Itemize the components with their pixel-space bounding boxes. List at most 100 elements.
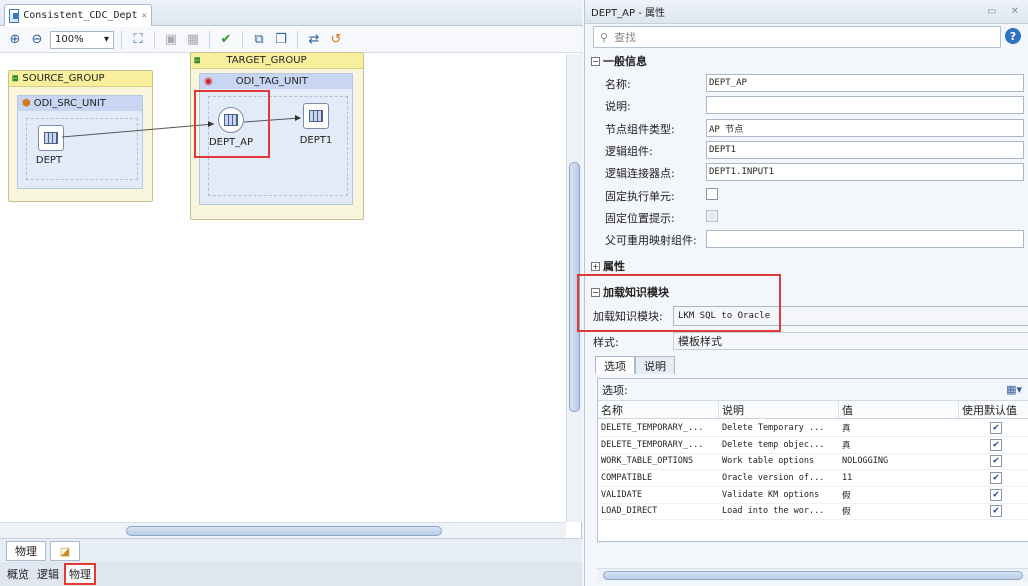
physical-diagram-canvas[interactable]: ⧈ SOURCE_GROUP ⬢ ODI_SRC_UNIT DEPT ⧈ TAR… [0,52,566,522]
option-value[interactable]: NOLOGGING [839,453,959,469]
column-header-name[interactable]: 名称 [598,401,719,418]
minimize-icon[interactable]: ▭ [987,6,996,17]
option-default-cell: ✔ [959,420,1028,436]
copy-icon[interactable]: ⧉ [250,31,268,49]
name-field[interactable]: DEPT_AP [706,74,1024,92]
zoom-select[interactable]: 100% ▾ [50,30,114,49]
horizontal-scroll-thumb[interactable] [126,526,442,536]
tab-description[interactable]: 说明 [635,356,675,374]
option-description: Delete temp objec... [722,439,825,450]
option-default-cell: ✔ [959,470,1028,486]
expand-icon[interactable]: + [591,261,600,271]
option-name: COMPATIBLE [601,472,653,483]
table-columns-icon[interactable]: ▦▾ [1006,383,1022,396]
tab-logical[interactable]: 逻辑 [34,565,62,583]
use-default-checkbox[interactable]: ✔ [990,504,1002,517]
search-placeholder: 查找 [614,31,637,44]
name-label: 名称: [605,78,631,91]
fit-to-window-icon[interactable]: ⛶ [129,31,147,49]
logical-connector-label: 逻辑连接器点: [605,167,675,180]
editor-toolbar: ⊕ ⊖ 100% ▾ ⛶ ▣ ▦ ✔ ⧉ ❐ ⇄ ↺ [0,27,582,53]
description-label: 说明: [605,100,631,113]
parent-mapping-label: 父可重用映射组件: [605,234,697,247]
option-description: Validate KM options [722,489,820,500]
general-section-title: 一般信息 [603,55,647,68]
fixed-unit-label: 固定执行单元: [605,190,675,203]
arrange-icon[interactable]: ▦ [184,31,202,49]
table-row[interactable]: COMPATIBLE Oracle version of... 11 ✔ [598,470,1028,487]
toolbar-separator [154,30,155,49]
fixed-unit-checkbox[interactable] [706,188,718,200]
options-header: 选项: ▦▾ [598,379,1028,401]
node-type-label: 节点组件类型: [605,123,675,136]
attributes-section-header[interactable]: + 属性 [591,258,625,274]
option-name: DELETE_TEMPORARY_... [601,422,704,433]
option-value[interactable]: 假 [839,487,959,503]
layout-icon[interactable]: ▣ [162,31,180,49]
table-row[interactable]: VALIDATE Validate KM options 假 ✔ [598,487,1028,504]
zoom-in-icon[interactable]: ⊕ [6,31,24,49]
undo-icon[interactable]: ↺ [327,31,345,49]
validate-check-icon[interactable]: ✔ [217,31,235,49]
inspector-horizontal-scrollbar[interactable] [597,568,1028,582]
tab-options[interactable]: 选项 [595,356,635,374]
options-table-header: 名称 说明 值 使用默认值 [598,401,1028,419]
close-icon[interactable]: ✕ [1011,6,1019,17]
search-input[interactable]: ⚲ 查找 [593,26,1001,48]
option-default-cell: ✔ [959,503,1028,519]
use-default-checkbox[interactable]: ✔ [990,438,1002,451]
tab-physical[interactable]: 物理 [64,563,96,585]
close-icon[interactable]: ✕ [142,11,147,21]
options-table: 选项: ▦▾ 名称 说明 值 使用默认值 DELETE_TEMPORARY_..… [597,378,1028,542]
toolbar-separator [121,30,122,49]
option-name: DELETE_TEMPORARY_... [601,439,704,450]
tab-overview[interactable]: 概览 [4,565,32,583]
option-name: VALIDATE [601,489,642,500]
tab-new-diagram[interactable]: ◪ [50,541,80,561]
inspector-scroll-thumb[interactable] [603,571,1023,580]
search-icon: ⚲ [600,30,609,44]
use-default-checkbox[interactable]: ✔ [990,471,1002,484]
new-diagram-icon: ◪ [59,544,71,558]
property-inspector: DEPT_AP - 属性 ▭ ✕ ⚲ 查找 ? − 一般信息 名称: DEPT_… [577,0,1028,586]
general-section-header[interactable]: − 一般信息 [591,53,647,69]
use-default-checkbox[interactable]: ✔ [990,488,1002,501]
use-default-checkbox[interactable]: ✔ [990,454,1002,467]
duplicate-icon[interactable]: ❐ [272,31,290,49]
table-row[interactable]: WORK_TABLE_OPTIONS Work table options NO… [598,453,1028,470]
parent-mapping-field[interactable] [706,230,1024,248]
table-row[interactable]: DELETE_TEMPORARY_... Delete Temporary ..… [598,420,1028,437]
description-field[interactable] [706,96,1024,114]
tab-physical-diagram[interactable]: 物理 [6,541,46,561]
option-value[interactable]: 真 [839,420,959,436]
style-select[interactable]: 模板样式 [673,332,1028,350]
attributes-section-title: 属性 [603,260,625,273]
option-default-cell: ✔ [959,487,1028,503]
column-header-use-default[interactable]: 使用默认值 [959,401,1028,418]
inspector-title: DEPT_AP - 属性 [591,8,665,19]
horizontal-scrollbar[interactable] [0,522,566,538]
logical-component-field: DEPT1 [706,141,1024,159]
arrow-head [295,115,301,121]
view-tabs: 概览 逻辑 物理 [0,562,582,586]
option-value[interactable]: 真 [839,437,959,453]
use-default-checkbox[interactable]: ✔ [990,421,1002,434]
editor-tab-bar: Consistent_CDC_Dept ✕ [0,0,582,26]
zoom-value: 100% [55,34,84,45]
option-value[interactable]: 11 [839,470,959,486]
collapse-icon[interactable]: − [591,56,600,66]
zoom-out-icon[interactable]: ⊖ [28,31,46,49]
option-default-cell: ✔ [959,453,1028,469]
table-row[interactable]: DELETE_TEMPORARY_... Delete temp objec..… [598,437,1028,454]
column-header-description[interactable]: 说明 [719,401,839,418]
convert-icon[interactable]: ⇄ [305,31,323,49]
table-row[interactable]: LOAD_DIRECT Load into the wor... 假 ✔ [598,503,1028,520]
column-header-value[interactable]: 值 [839,401,959,418]
editor-tab[interactable]: Consistent_CDC_Dept ✕ [4,4,152,26]
option-name: LOAD_DIRECT [601,505,658,516]
toolbar-separator [242,30,243,49]
help-icon[interactable]: ? [1005,28,1021,44]
options-title: 选项: [602,383,628,397]
logical-component-label: 逻辑组件: [605,145,653,158]
option-value[interactable]: 假 [839,503,959,519]
